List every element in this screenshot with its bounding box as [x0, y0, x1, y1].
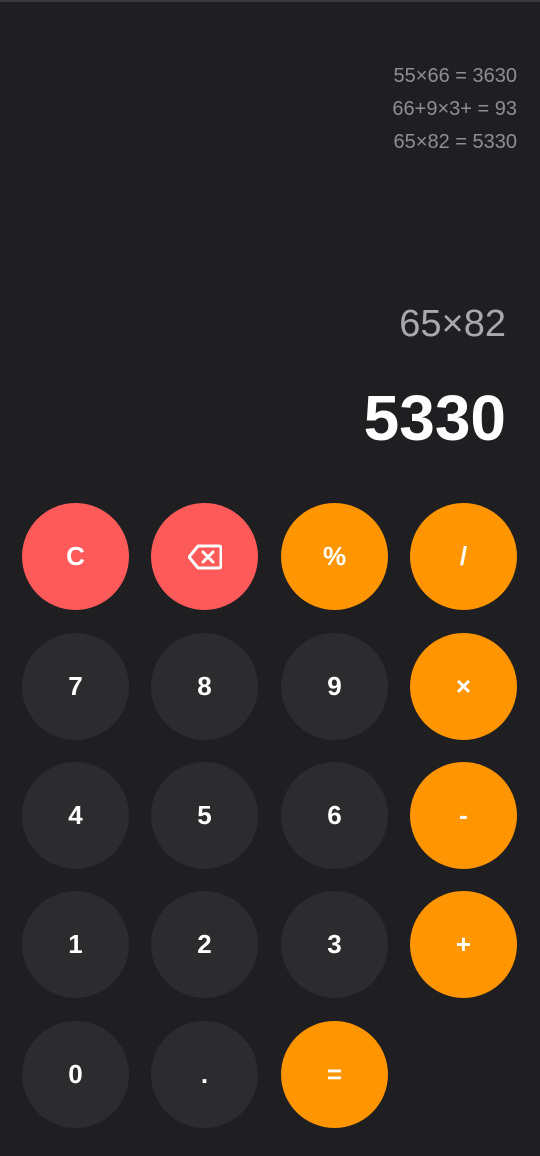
digit-8-button[interactable]: 8: [151, 633, 258, 740]
digit-3-button[interactable]: 3: [281, 891, 388, 998]
digit-0-button[interactable]: 0: [22, 1021, 129, 1128]
digit-2-button[interactable]: 2: [151, 891, 258, 998]
digit-5-button[interactable]: 5: [151, 762, 258, 869]
minus-button[interactable]: -: [410, 762, 517, 869]
digit-9-button[interactable]: 9: [281, 633, 388, 740]
backspace-button[interactable]: [151, 503, 258, 610]
digit-4-button[interactable]: 4: [22, 762, 129, 869]
equals-button[interactable]: =: [281, 1021, 388, 1128]
digit-7-button[interactable]: 7: [22, 633, 129, 740]
percent-button[interactable]: %: [281, 503, 388, 610]
clear-button[interactable]: C: [22, 503, 129, 610]
digit-1-button[interactable]: 1: [22, 891, 129, 998]
plus-button[interactable]: +: [410, 891, 517, 998]
backspace-icon: [187, 544, 222, 569]
digit-6-button[interactable]: 6: [281, 762, 388, 869]
divide-button[interactable]: /: [410, 503, 517, 610]
keypad: C % / 7 8 9 × 4 5 6 - 1 2 3 + 0 . =: [0, 0, 540, 1156]
multiply-button[interactable]: ×: [410, 633, 517, 740]
decimal-point-button[interactable]: .: [151, 1021, 258, 1128]
